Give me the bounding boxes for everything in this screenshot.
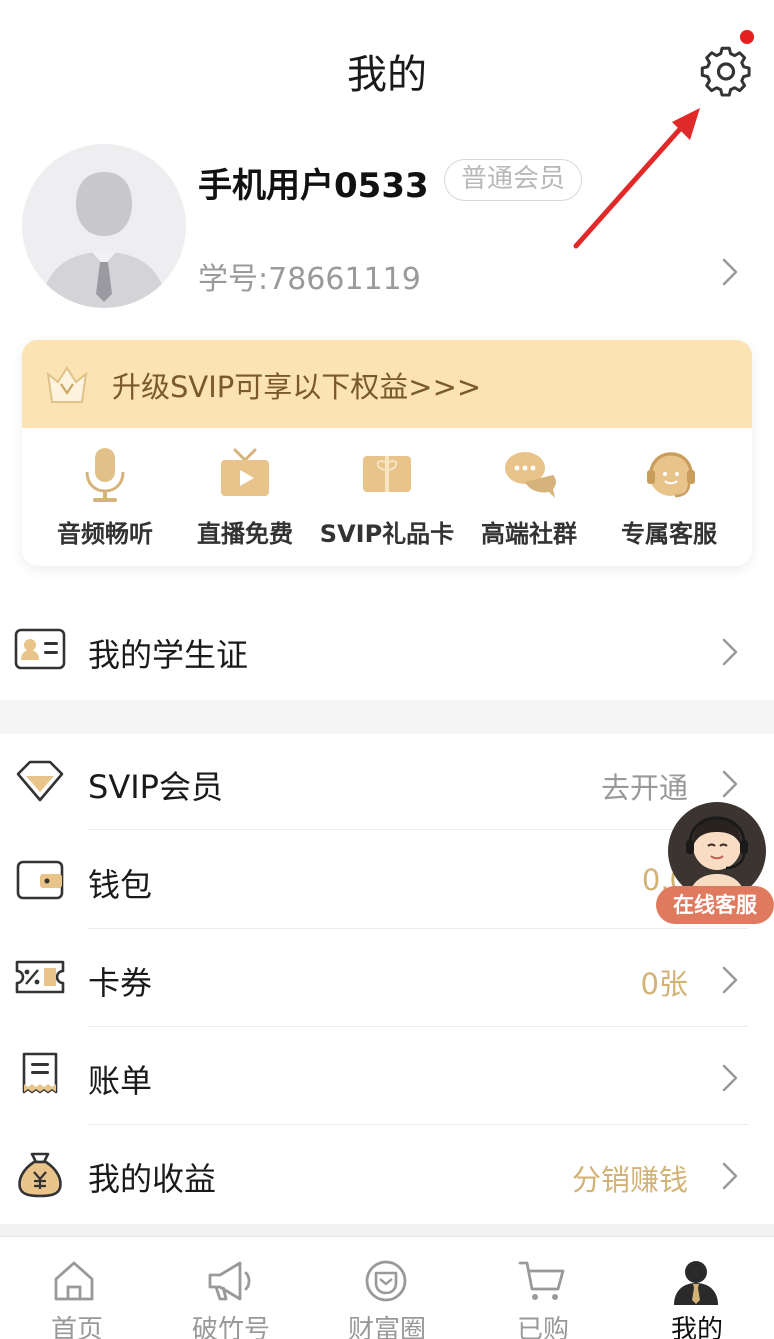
section-gap (0, 700, 774, 734)
crown-icon (46, 366, 88, 403)
perk-audio[interactable]: 音频畅听 (32, 440, 178, 560)
default-avatar-icon (42, 172, 166, 308)
perk-label: 音频畅听 (57, 520, 153, 548)
tv-icon (221, 448, 269, 496)
nav-label: 破竹号 (191, 1315, 270, 1339)
headset-icon (647, 452, 695, 498)
student-id: 学号:78661119 (198, 262, 421, 297)
receipt-icon (22, 1052, 58, 1094)
perk-community[interactable]: 高端社群 (456, 440, 602, 560)
svip-banner-text: 升级SVIP可享以下权益>>> (112, 370, 482, 404)
nav-tab-pozhuhao[interactable]: 破竹号 (154, 1237, 308, 1339)
row-divider (88, 928, 748, 929)
cart-icon (518, 1261, 565, 1300)
row-divider (88, 1026, 748, 1027)
microphone-icon (85, 448, 125, 502)
menu-label: 卡券 (88, 964, 153, 1002)
avatar[interactable] (22, 144, 186, 308)
nav-tab-wealth-circle[interactable]: 财富圈 (310, 1237, 464, 1339)
ticket-icon (15, 960, 65, 994)
perk-label: 专属客服 (621, 520, 717, 548)
svip-perks: 音频畅听 直播免费 SVIP礼品卡 高端社群 专属客服 (22, 440, 752, 560)
menu-label: 我的学生证 (88, 636, 249, 674)
diamond-icon (16, 760, 64, 802)
chevron-right-icon (722, 966, 738, 994)
perk-label: 直播免费 (197, 520, 293, 548)
menu-value: 分销赚钱 (571, 1163, 688, 1197)
megaphone-icon (208, 1261, 251, 1301)
profile-section[interactable]: 手机用户0533 普通会员 学号:78661119 (0, 130, 774, 330)
perk-customer-service[interactable]: 专属客服 (596, 440, 742, 560)
menu-label: 我的收益 (88, 1160, 217, 1198)
bottom-gap (0, 1224, 774, 1236)
notification-dot (740, 30, 754, 44)
nav-tab-home[interactable]: 首页 (0, 1237, 154, 1339)
menu-label: SVIP会员 (88, 768, 223, 806)
perk-live[interactable]: 直播免费 (172, 440, 318, 560)
menu-item-coupons[interactable]: 卡券 0张 (0, 930, 774, 1028)
online-service-label: 在线客服 (656, 886, 774, 924)
header: 我的 (0, 0, 774, 249)
menu-label: 账单 (88, 1062, 153, 1100)
bottom-nav: 首页 破竹号 财富圈 已购 我的 (0, 1236, 774, 1339)
nav-tab-purchased[interactable]: 已购 (466, 1237, 620, 1339)
menu-item-bills[interactable]: 账单 (0, 1028, 774, 1126)
perk-gift-card[interactable]: SVIP礼品卡 (314, 440, 460, 560)
nav-label: 财富圈 (347, 1315, 426, 1339)
settings-button[interactable] (696, 30, 758, 104)
chevron-right-icon (722, 1162, 738, 1190)
circle-icon (365, 1260, 407, 1302)
menu-item-student-card[interactable]: 我的学生证 (0, 602, 774, 700)
chevron-right-icon (722, 1064, 738, 1092)
menu-item-earnings[interactable]: 我的收益 分销赚钱 (0, 1126, 774, 1224)
chat-bubbles-icon (505, 452, 556, 498)
svip-benefits-card: 升级SVIP可享以下权益>>> 音频畅听 直播免费 SVIP礼品卡 高端社群 专… (22, 340, 752, 566)
nav-label: 已购 (516, 1315, 569, 1339)
chevron-right-icon (722, 258, 738, 286)
row-divider (88, 829, 748, 830)
member-level-badge: 普通会员 (444, 159, 583, 201)
page-title: 我的 (347, 52, 427, 98)
wallet-icon (16, 860, 64, 900)
row-divider (88, 1124, 748, 1125)
nav-label: 我的 (670, 1315, 723, 1339)
money-bag-icon (18, 1152, 62, 1198)
home-icon (54, 1261, 94, 1301)
svip-upgrade-banner[interactable]: 升级SVIP可享以下权益>>> (22, 340, 752, 428)
perk-label: 高端社群 (481, 520, 577, 548)
menu-value: 0张 (640, 967, 688, 1001)
nav-label: 首页 (50, 1315, 103, 1339)
gift-card-icon (363, 456, 411, 492)
id-card-icon (14, 628, 66, 670)
floating-online-service-button[interactable]: 在线客服 (656, 802, 774, 924)
chevron-right-icon (722, 770, 738, 798)
nav-tab-mine[interactable]: 我的 (620, 1237, 774, 1339)
menu-label: 钱包 (88, 866, 153, 904)
gear-icon (700, 46, 751, 97)
perk-label: SVIP礼品卡 (319, 520, 455, 548)
menu-value: 去开通 (600, 771, 688, 805)
user-icon (674, 1261, 718, 1305)
username: 手机用户0533 (198, 166, 429, 206)
chevron-right-icon (722, 638, 738, 666)
